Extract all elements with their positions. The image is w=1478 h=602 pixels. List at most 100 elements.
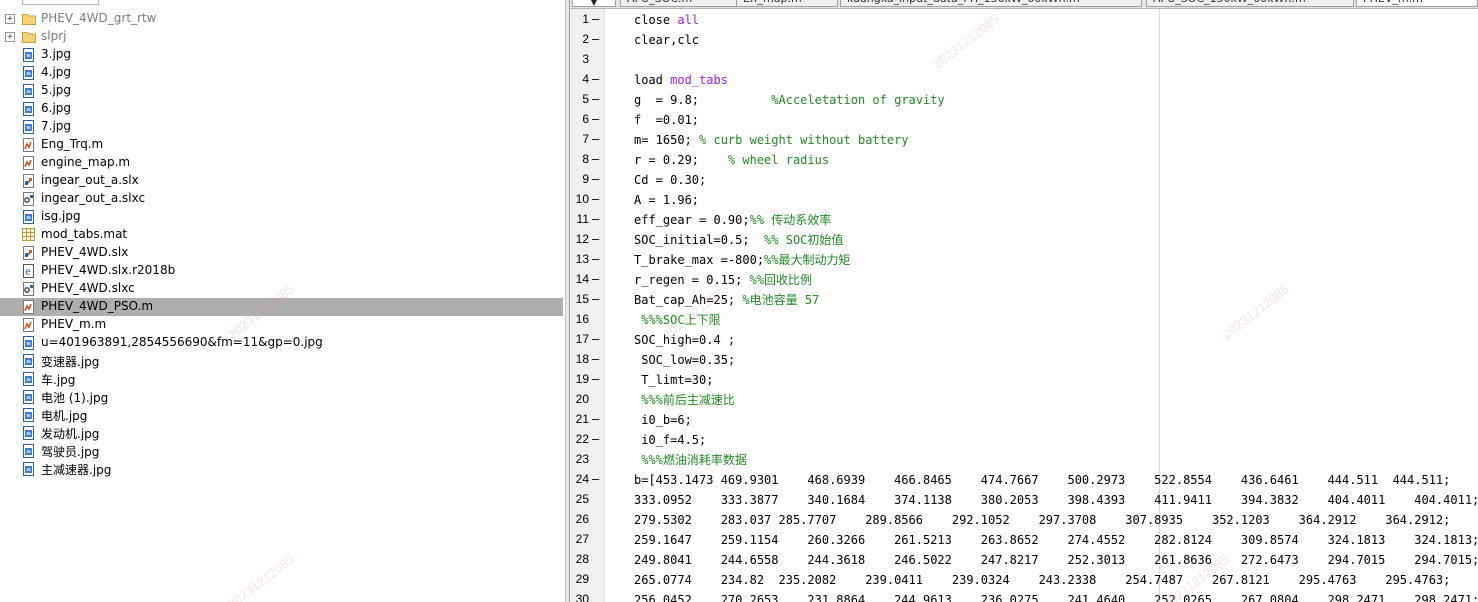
breakpoint-marker[interactable]: – xyxy=(592,212,602,226)
code-line[interactable]: r_regen = 0.15; %%回收比例 xyxy=(634,270,812,290)
code-text: Cd = 0.30; xyxy=(634,173,707,187)
code-line[interactable]: Bat_cap_Ah=25; %电池容量 57 xyxy=(634,290,819,310)
code-line[interactable]: T_limt=30; xyxy=(634,370,713,390)
file-list-item[interactable]: u=401963891,2854556690&fm=11&gp=0.jpg xyxy=(0,334,563,352)
code-line[interactable]: 265.0774 234.82 235.2082 239.0411 239.03… xyxy=(634,570,1450,590)
breakpoint-marker[interactable]: – xyxy=(592,172,602,186)
code-line[interactable]: i0_b=6; xyxy=(634,410,692,430)
breakpoint-marker[interactable]: – xyxy=(592,32,602,46)
breakpoint-marker[interactable]: – xyxy=(592,352,602,366)
breakpoint-marker[interactable]: – xyxy=(592,372,602,386)
breakpoint-marker[interactable]: – xyxy=(592,72,602,86)
code-area[interactable]: close all clear,clc load mod_tabs g = 9.8; … xyxy=(605,9,1478,602)
file-list-item[interactable]: ingear_out_a.slxc xyxy=(0,190,563,208)
file-list-item[interactable]: PHEV_4WD_PSO.m xyxy=(0,298,563,316)
code-line[interactable]: f =0.01; xyxy=(634,110,699,130)
code-line[interactable]: Cd = 0.30; xyxy=(634,170,706,190)
file-list-item[interactable]: 车.jpg xyxy=(0,370,563,388)
file-list-item[interactable]: Eng_Trq.m xyxy=(0,136,563,154)
line-number: 11 xyxy=(576,212,589,226)
code-line[interactable]: SOC_initial=0.5; %% SOC初始值 xyxy=(634,230,843,250)
code-line[interactable]: SOC_high=0.4 ; xyxy=(634,330,735,350)
file-list-item[interactable]: engine_map.m xyxy=(0,154,563,172)
file-list-item[interactable]: PHEV_4WD.slx xyxy=(0,244,563,262)
file-list-item[interactable]: PHEV_4WD.slxc xyxy=(0,280,563,298)
breakpoint-marker[interactable]: – xyxy=(592,292,602,306)
file-list-item[interactable]: + slprj xyxy=(0,28,563,46)
code-line[interactable]: 249.8041 244.6558 244.3618 246.5022 247.… xyxy=(634,550,1478,570)
file-list-item[interactable]: PHEV_m.m xyxy=(0,316,563,334)
code-line[interactable]: 279.5302 283.037 285.7707 289.8566 292.1… xyxy=(634,510,1450,530)
code-line[interactable]: g = 9.8; %Acceletation of gravity xyxy=(634,90,945,110)
close-tab-icon[interactable]: × xyxy=(1129,0,1137,3)
file-list-item[interactable]: + PHEV_4WD_grt_rtw xyxy=(0,10,563,28)
editor-tab[interactable]: Eff_map.m × xyxy=(736,0,838,7)
tab-list-dropdown[interactable]: ▼ xyxy=(572,0,616,7)
watermark-text: 20231212085 xyxy=(225,551,297,602)
editor-tab[interactable]: APU_SOC.m × xyxy=(620,0,738,7)
file-list-item[interactable]: 3.jpg xyxy=(0,46,563,64)
breakpoint-marker[interactable]: – xyxy=(592,472,602,486)
breakpoint-marker[interactable]: – xyxy=(592,412,602,426)
code-line[interactable]: %%%燃油消耗率数据 xyxy=(634,450,747,470)
file-list-item[interactable]: 6.jpg xyxy=(0,100,563,118)
expand-icon[interactable]: + xyxy=(5,14,15,24)
code-line[interactable]: 333.0952 333.3877 340.1684 374.1138 380.… xyxy=(634,490,1478,510)
file-list-item[interactable]: 5.jpg xyxy=(0,82,563,100)
file-list-item[interactable]: mod_tabs.mat xyxy=(0,226,563,244)
breakpoint-marker[interactable]: – xyxy=(592,272,602,286)
breakpoint-marker[interactable]: – xyxy=(592,92,602,106)
breakpoint-marker[interactable]: – xyxy=(592,152,602,166)
breakpoint-marker[interactable]: – xyxy=(592,12,602,26)
close-tab-icon[interactable]: × xyxy=(725,0,733,3)
expand-icon[interactable]: + xyxy=(5,32,15,42)
code-line[interactable]: i0_f=4.5; xyxy=(634,430,706,450)
code-line[interactable]: 259.1647 259.1154 260.3266 261.5213 263.… xyxy=(634,530,1478,550)
code-line[interactable]: m= 1650; % curb weight without battery xyxy=(634,130,909,150)
file-list-item[interactable]: isg.jpg xyxy=(0,208,563,226)
file-list-item[interactable]: 电池 (1).jpg xyxy=(0,388,563,406)
code-line[interactable]: load mod_tabs xyxy=(634,70,728,90)
editor-tab[interactable]: kuangka_input_data_PH_150kW_60kWh.m × xyxy=(840,0,1142,7)
file-list-item[interactable]: 变速器.jpg xyxy=(0,352,563,370)
line-number: 21 xyxy=(575,412,589,426)
file-name: 驾驶员.jpg xyxy=(41,445,100,459)
code-line[interactable]: r = 0.29; % wheel radius xyxy=(634,150,829,170)
code-line[interactable]: b=[453.1473 469.9301 468.6939 466.8465 4… xyxy=(634,470,1450,490)
breakpoint-marker[interactable]: – xyxy=(592,252,602,266)
code-line[interactable]: A = 1.96; xyxy=(634,190,699,210)
close-tab-icon[interactable]: × xyxy=(825,0,833,3)
breakpoint-marker[interactable]: – xyxy=(592,112,602,126)
file-list-item[interactable]: ingear_out_a.slx xyxy=(0,172,563,190)
file-list-item[interactable]: e PHEV_4WD.slx.r2018b xyxy=(0,262,563,280)
breakpoint-marker[interactable]: – xyxy=(592,232,602,246)
editor-tab[interactable]: PHEV_m.m × xyxy=(1356,0,1478,7)
file-list-item[interactable]: 电机.jpg xyxy=(0,406,563,424)
file-list-item[interactable]: 4.jpg xyxy=(0,64,563,82)
code-comment: %% 传动系效率 xyxy=(749,213,832,227)
column-header-name[interactable] xyxy=(22,0,99,5)
code-line[interactable]: clear,clc xyxy=(634,30,699,50)
breakpoint-marker[interactable]: – xyxy=(592,432,602,446)
folder-icon xyxy=(22,12,36,26)
breakpoint-marker[interactable]: – xyxy=(592,192,602,206)
file-list-item[interactable]: 发动机.jpg xyxy=(0,424,563,442)
code-line[interactable]: eff_gear = 0.90;%% 传动系效率 xyxy=(634,210,831,230)
current-folder-panel: + PHEV_4WD_grt_rtw + slprj 3.jpg 4.jpg 5.jpg 6.… xyxy=(0,0,565,602)
close-tab-icon[interactable]: × xyxy=(1465,0,1473,3)
close-tab-icon[interactable]: × xyxy=(1341,0,1349,3)
file-name: PHEV_4WD_grt_rtw xyxy=(41,11,157,25)
file-list-item[interactable]: 主减速器.jpg xyxy=(0,460,563,478)
file-list-item[interactable]: 7.jpg xyxy=(0,118,563,136)
code-line[interactable]: %%%SOC上下限 xyxy=(634,310,720,330)
code-line[interactable]: 256.0452 270.2653 231.8864 244.9613 236.… xyxy=(634,590,1478,602)
file-list-item[interactable]: 驾驶员.jpg xyxy=(0,442,563,460)
code-line[interactable]: SOC_low=0.35; xyxy=(634,350,735,370)
code-line[interactable]: T_brake_max =-800;%%最大制动力矩 xyxy=(634,250,851,270)
breakpoint-marker[interactable]: – xyxy=(592,132,602,146)
editor-tab[interactable]: APU_SOC_150kW_60kWh.m × xyxy=(1146,0,1354,7)
code-line[interactable]: %%%前后主减速比 xyxy=(634,390,735,410)
breakpoint-marker[interactable]: – xyxy=(592,332,602,346)
code-line[interactable]: close all xyxy=(634,10,699,30)
code-text: r_regen = 0.15; xyxy=(634,273,750,287)
